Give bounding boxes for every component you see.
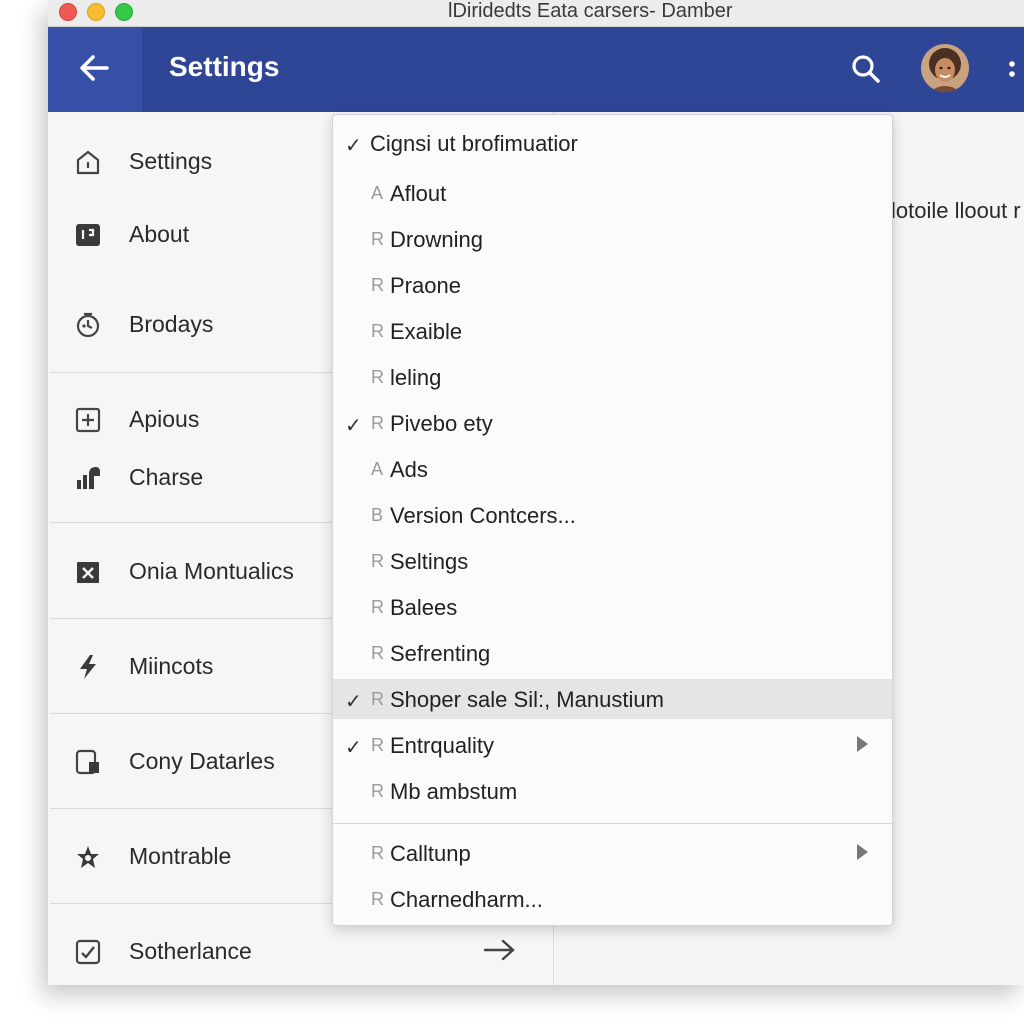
info-card-icon (76, 224, 100, 246)
menu-item[interactable]: R Drowning (333, 219, 892, 259)
menu-item[interactable]: A Aflout (333, 173, 892, 213)
menu-item-label: Aflout (390, 181, 447, 206)
arrow-right-icon (483, 939, 515, 961)
page-title: Settings (169, 51, 280, 82)
sidebar-item-label: Brodays (129, 311, 214, 337)
menu-item[interactable]: R leling (333, 357, 892, 397)
search-icon (852, 55, 880, 83)
back-button[interactable] (48, 27, 142, 112)
menu-item-prefix: R (371, 689, 384, 709)
menu-item-label: Charnedharm... (390, 887, 543, 912)
menu-item-prefix: R (371, 551, 384, 571)
menu-item[interactable]: R Charnedharm... (333, 879, 892, 919)
menu-item[interactable]: R Exaible (333, 311, 892, 351)
menu-item-label: Mb ambstum (390, 779, 518, 804)
menu-item-label: Cignsi ut brofimuatior (370, 131, 578, 156)
menu-item-prefix: R (371, 889, 384, 909)
menu-item-label: Calltunp (390, 841, 471, 866)
minimize-window-button[interactable] (87, 3, 105, 21)
menu-item-prefix: R (371, 781, 384, 801)
menu-item-prefix: B (371, 505, 384, 525)
sidebar-item-label: Sotherlance (129, 938, 252, 964)
window-title: lDiridedts Eata carsers- Damber (448, 0, 733, 22)
star-icon (77, 846, 99, 868)
menu-item-label: Version Contcers... (390, 503, 576, 528)
menu-header-item[interactable]: ✓ Cignsi ut brofimuatior (333, 123, 892, 163)
menu-item-prefix: R (371, 321, 384, 341)
sidebar-item-label: Onia Montualics (129, 558, 294, 584)
bolt-icon (80, 655, 96, 679)
menu-item-prefix: R (371, 843, 384, 863)
menu-item-prefix: R (371, 643, 384, 663)
menu-item-prefix: R (371, 413, 384, 433)
menu-item-prefix: R (371, 597, 384, 617)
menu-item[interactable]: B Version Contcers... (333, 495, 892, 535)
menu-item-label: Ads (390, 457, 428, 482)
menu-item[interactable]: ✓ R Entrquality (333, 725, 892, 765)
menu-item-prefix: R (371, 275, 384, 295)
menu-item-label: Exaible (390, 319, 463, 344)
sidebar-item-label: Charse (129, 464, 204, 490)
zoom-window-button[interactable] (115, 3, 133, 21)
device-icon (75, 749, 99, 775)
menu-item-label: Entrquality (390, 733, 494, 758)
check-icon: ✓ (345, 415, 362, 437)
menu-item[interactable]: R Balees (333, 587, 892, 627)
sidebar-item-label: Apious (129, 406, 200, 432)
home-icon (76, 150, 100, 175)
close-window-button[interactable] (59, 3, 77, 21)
menu-item[interactable]: A Ads (333, 449, 892, 489)
menu-item-label: Praone (390, 273, 461, 298)
navigate-forward-button[interactable] (482, 936, 518, 969)
check-icon: ✓ (345, 737, 362, 759)
menu-item-prefix: R (371, 229, 384, 249)
add-box-icon (75, 407, 101, 433)
menu-item-prefix: R (371, 367, 384, 387)
checkbox-icon (75, 939, 101, 965)
arrow-left-icon (80, 55, 109, 81)
menu-item[interactable]: R Mb ambstum (333, 771, 892, 811)
menu-item-label: Drowning (390, 227, 483, 252)
menu-item-label: Shoper sale Sil:, Manustium (390, 687, 664, 712)
menu-item-highlighted[interactable]: ✓ R Shoper sale Sil:, Manustium (333, 679, 892, 719)
menu-item[interactable]: R Calltunp (333, 833, 892, 873)
close-box-icon (77, 562, 99, 583)
submenu-arrow-icon (857, 736, 868, 752)
menu-divider (333, 823, 892, 824)
menu-item-prefix: R (371, 735, 384, 755)
menu-item-label: Seltings (390, 549, 469, 574)
menu-item-label: Pivebo ety (390, 411, 493, 436)
menu-item[interactable]: R Praone (333, 265, 892, 305)
app-bar: Settings (48, 27, 1024, 112)
timer-icon (76, 312, 100, 338)
more-options-button[interactable] (1000, 55, 1020, 85)
menu-item[interactable]: ✓ R Pivebo ety (333, 403, 892, 443)
menu-item-label: Balees (390, 595, 458, 620)
sidebar-item-label: Miincots (129, 653, 214, 679)
submenu-arrow-icon (857, 844, 868, 860)
sidebar-item-label: Cony Datarles (129, 748, 275, 774)
sidebar-item-label: About (129, 221, 190, 247)
menu-item-label: leling (390, 365, 442, 390)
search-button[interactable] (848, 51, 884, 87)
menu-item-prefix: A (371, 183, 384, 203)
chart-icon (77, 467, 100, 489)
menu-item-prefix: A (371, 459, 384, 479)
sidebar-item-label: Montrable (129, 843, 232, 869)
user-photo-icon (921, 44, 969, 92)
menu-item[interactable]: R Seltings (333, 541, 892, 581)
check-icon: ✓ (345, 691, 362, 713)
dropdown-menu: ✓ Cignsi ut brofimuatior A Aflout R Drow… (332, 114, 893, 926)
more-vert-icon (1009, 61, 1015, 77)
check-icon: ✓ (345, 135, 362, 157)
content-heading: lotoile lloout r (891, 198, 1021, 223)
title-bar: lDiridedts Eata carsers- Damber (48, 0, 1024, 27)
menu-item-label: Sefrenting (390, 641, 491, 666)
sidebar-item-sotherlance[interactable]: Sotherlance (48, 926, 553, 976)
menu-item[interactable]: R Sefrenting (333, 633, 892, 673)
avatar[interactable] (921, 44, 969, 92)
sidebar-item-label: Settings (129, 148, 213, 174)
